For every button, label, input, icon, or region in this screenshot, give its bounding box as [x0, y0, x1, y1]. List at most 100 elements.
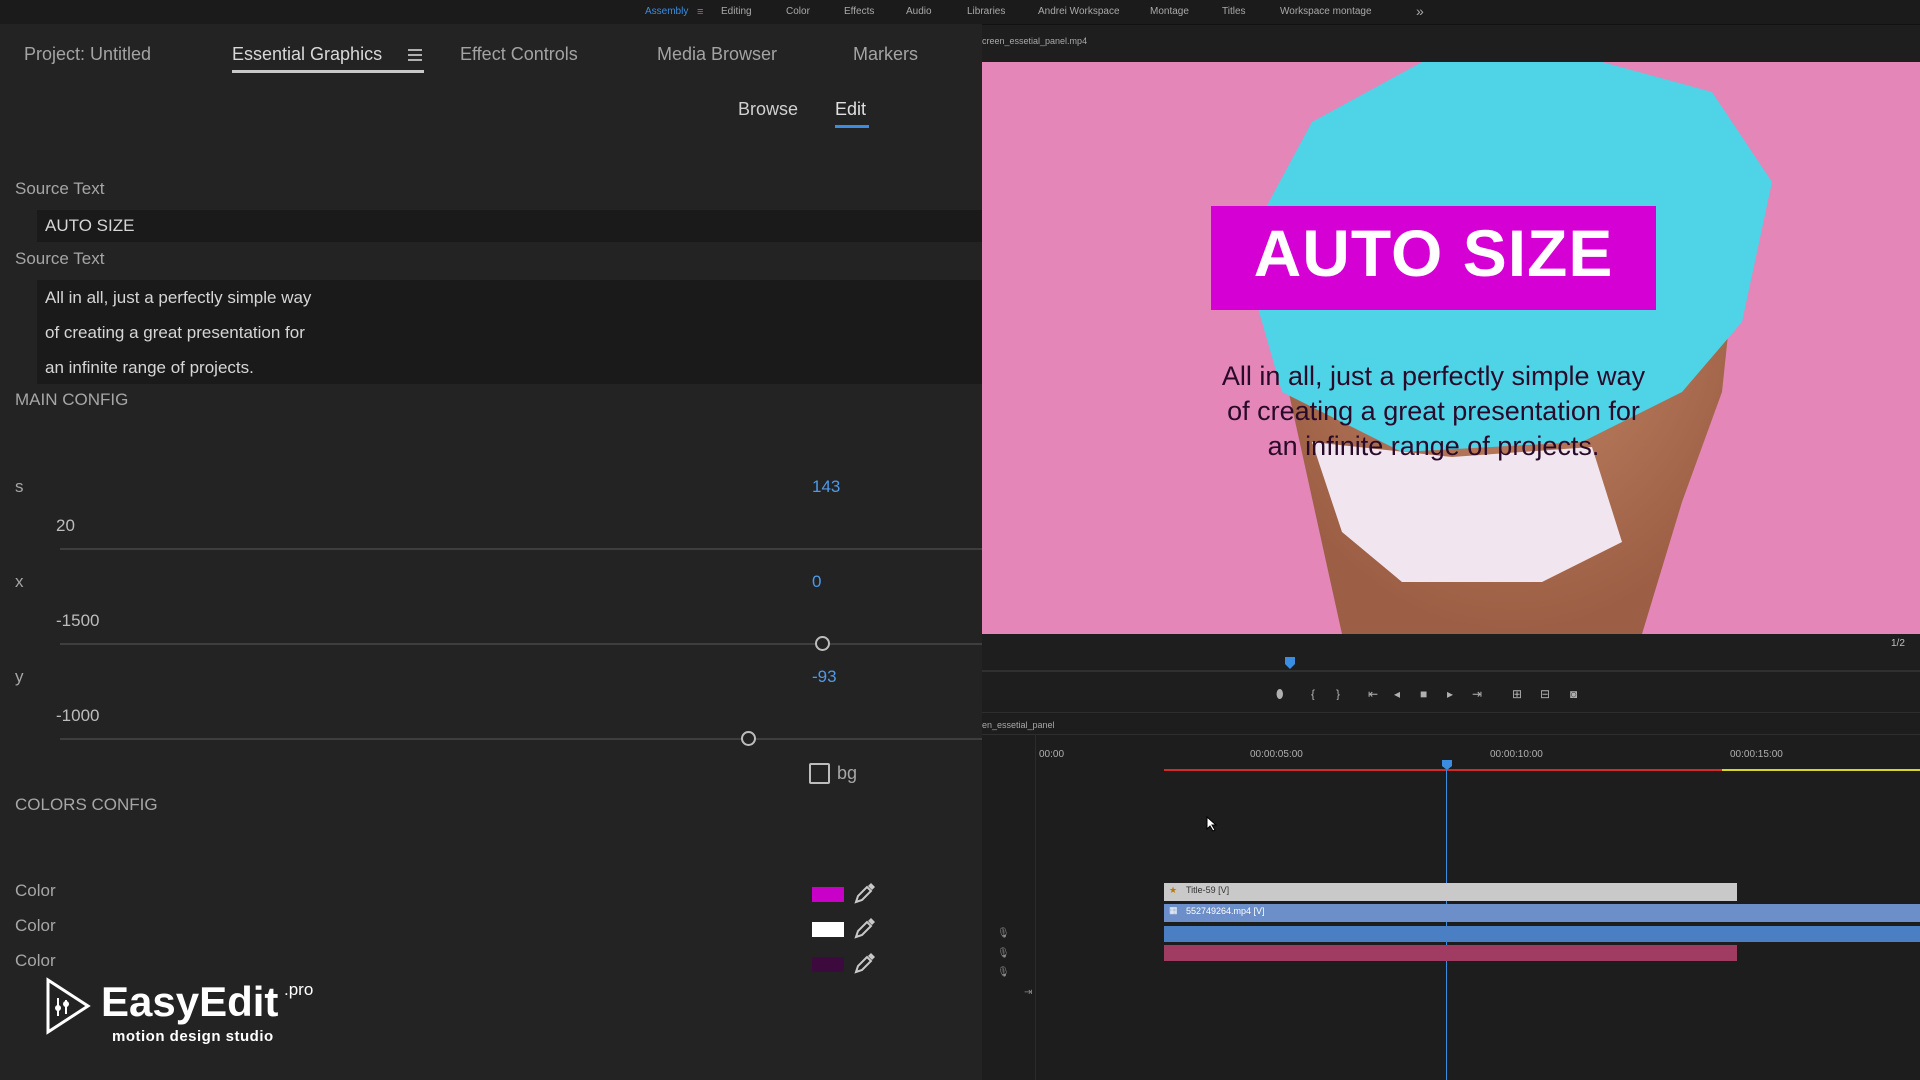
essential-graphics-panel: Project: Untitled Essential Graphics Eff…: [0, 24, 982, 1080]
mark-out-icon[interactable]: }: [1336, 687, 1340, 701]
track-header-divider: [1035, 734, 1036, 1080]
eyedropper-icon[interactable]: [852, 950, 878, 976]
workspace-libraries[interactable]: Libraries: [967, 6, 1005, 17]
mic-icon[interactable]: 🎙: [997, 928, 1010, 939]
color-label-3: Color: [15, 951, 56, 970]
y-min: -1000: [56, 706, 100, 725]
sequence-name: en_essetial_panel: [982, 720, 1055, 730]
workspace-color[interactable]: Color: [786, 6, 810, 17]
colors-config-heading: COLORS CONFIG: [15, 795, 158, 814]
page-indicator: 1/2: [1891, 638, 1905, 649]
tab-essential-graphics[interactable]: Essential Graphics: [232, 44, 382, 65]
track-end-icon[interactable]: ⇥: [1024, 987, 1032, 998]
mouse-cursor-icon: [1206, 816, 1218, 832]
bg-label: bg: [837, 763, 858, 783]
color-swatch-2[interactable]: [812, 922, 844, 937]
bg-checkbox[interactable]: [809, 763, 830, 784]
program-monitor[interactable]: AUTO SIZE All in all, just a perfectly s…: [982, 62, 1920, 634]
x-label: x: [15, 572, 24, 591]
y-slider-thumb[interactable]: [741, 731, 756, 746]
workspace-montage[interactable]: Montage: [1150, 6, 1189, 17]
workspace-audio[interactable]: Audio: [906, 6, 932, 17]
workspace-titles[interactable]: Titles: [1222, 6, 1246, 17]
go-to-out-icon[interactable]: ⇥: [1472, 687, 1482, 701]
workspace-andrei[interactable]: Andrei Workspace: [1038, 6, 1120, 17]
source-text-input-1[interactable]: AUTO SIZE: [37, 210, 982, 242]
timeline-header-line: [982, 734, 1920, 735]
title-clip[interactable]: Title-59 [V] ★: [1164, 883, 1737, 901]
camera-icon[interactable]: ◙: [1570, 687, 1577, 701]
workspace-effects[interactable]: Effects: [844, 6, 874, 17]
mic-icon[interactable]: 🎙: [997, 967, 1010, 978]
time-0: 00:00: [1039, 749, 1065, 760]
viewer-filename: creen_essetial_panel.mp4: [982, 36, 1088, 46]
go-to-in-icon[interactable]: ⇤: [1368, 687, 1378, 701]
brand-suffix: .pro: [284, 980, 314, 999]
panel-menu-icon[interactable]: [408, 48, 422, 62]
tab-markers[interactable]: Markers: [853, 44, 918, 65]
workspace-assembly[interactable]: Assembly: [645, 6, 688, 17]
timeline-playhead-icon[interactable]: [1441, 759, 1453, 771]
playhead-icon[interactable]: [1284, 656, 1296, 670]
source-text-label: Source Text: [15, 179, 105, 198]
color-label-2: Color: [15, 916, 56, 935]
s-value[interactable]: 143: [812, 477, 840, 497]
audio-clip-1[interactable]: [1164, 926, 1920, 942]
y-value[interactable]: -93: [812, 667, 837, 687]
subtab-browse[interactable]: Browse: [738, 99, 798, 120]
source-text-label-2: Source Text: [15, 249, 105, 268]
monitor-scrub-track[interactable]: [982, 670, 1920, 672]
mic-icon[interactable]: 🎙: [997, 948, 1010, 959]
insert-icon[interactable]: ⊞: [1512, 687, 1522, 701]
y-slider-track[interactable]: [60, 738, 982, 740]
x-min: -1500: [56, 611, 100, 630]
video-frame: [982, 62, 1920, 634]
subtab-edit[interactable]: Edit: [835, 99, 866, 120]
x-value[interactable]: 0: [812, 572, 821, 592]
easyedit-logo-icon: [46, 977, 91, 1035]
active-tab-underline: [232, 70, 424, 73]
overwrite-icon[interactable]: ⊟: [1540, 687, 1550, 701]
workspace-menu-icon[interactable]: ≡: [697, 6, 703, 18]
workspace-bar: Assembly ≡ Editing Color Effects Audio L…: [0, 0, 1920, 25]
x-slider-thumb[interactable]: [815, 636, 830, 651]
step-forward-icon[interactable]: ▸: [1447, 687, 1453, 701]
overlay-body-text: All in all, just a perfectly simple way …: [1221, 361, 1646, 461]
stop-icon[interactable]: ■: [1420, 687, 1427, 701]
tab-project[interactable]: Project: Untitled: [24, 44, 151, 65]
title-clip-icon: ★: [1169, 885, 1178, 895]
more-workspaces-icon[interactable]: »: [1416, 3, 1424, 19]
source-text-input-2[interactable]: All in all, just a perfectly simple way …: [37, 280, 982, 384]
workspace-editing[interactable]: Editing: [721, 6, 752, 17]
brand-tagline: motion design studio: [112, 1028, 274, 1045]
timeline-divider: [982, 712, 1920, 713]
brand-name: EasyEdit: [101, 978, 279, 1025]
video-clip[interactable]: 552749264.mp4 [V] ▦: [1164, 904, 1920, 922]
eyedropper-icon[interactable]: [852, 915, 878, 941]
render-bar-yellow: [1722, 769, 1920, 771]
main-config-heading: MAIN CONFIG: [15, 390, 129, 409]
overlay-title: AUTO SIZE: [1253, 216, 1614, 290]
tab-media-browser[interactable]: Media Browser: [657, 44, 777, 65]
time-15: 00:00:15:00: [1730, 749, 1783, 760]
time-10: 00:00:10:00: [1490, 749, 1543, 760]
s-min: 20: [56, 516, 75, 535]
s-slider-track[interactable]: [60, 548, 982, 550]
timeline-panel: en_essetial_panel 00:00 00:00:05:00 00:0…: [982, 700, 1920, 1080]
s-label: s: [15, 477, 24, 496]
step-back-icon[interactable]: ◂: [1394, 687, 1400, 701]
video-clip-icon: ▦: [1169, 905, 1178, 915]
eyedropper-icon[interactable]: [852, 880, 878, 906]
tab-effect-controls[interactable]: Effect Controls: [460, 44, 578, 65]
workspace-montage-2[interactable]: Workspace montage: [1280, 6, 1372, 17]
x-slider-track[interactable]: [60, 643, 982, 645]
edit-underline: [835, 125, 869, 128]
audio-clip-2[interactable]: [1164, 945, 1737, 961]
time-5: 00:00:05:00: [1250, 749, 1303, 760]
color-swatch-1[interactable]: [812, 887, 844, 902]
timeline-playhead-line: [1446, 770, 1447, 1080]
color-swatch-3[interactable]: [812, 957, 844, 972]
color-label-1: Color: [15, 881, 56, 900]
mark-in-icon[interactable]: {: [1311, 687, 1315, 701]
transport-controls: ⬮ { } ⇤ ◂ ■ ▸ ⇥ ⊞ ⊟ ◙: [1276, 687, 1596, 701]
